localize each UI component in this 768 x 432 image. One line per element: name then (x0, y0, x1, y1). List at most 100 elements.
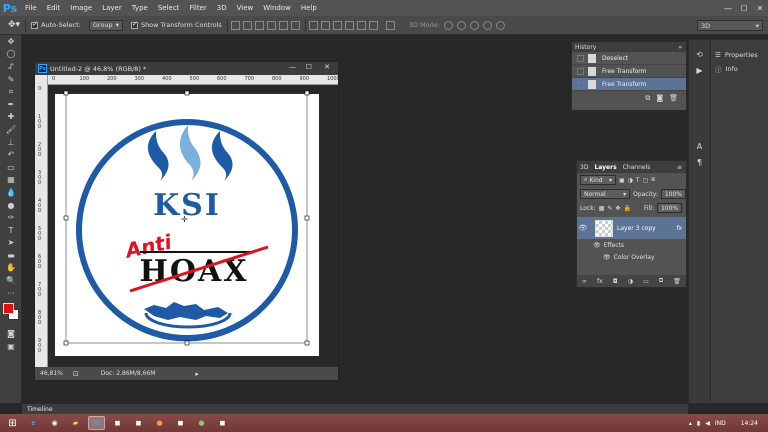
app-icon[interactable]: ◼ (130, 416, 147, 430)
layer-name[interactable]: Layer 3 copy (617, 225, 656, 232)
color-overlay-row[interactable]: 👁 Color Overlay (577, 251, 686, 263)
tab-layers[interactable]: Layers (594, 164, 616, 171)
panel-menu-icon[interactable]: ≡ (677, 164, 682, 171)
history-snapshot-checkbox[interactable] (577, 54, 584, 62)
network-icon[interactable]: ▮ (697, 420, 700, 427)
crop-tool-icon[interactable]: ⌗ (0, 85, 22, 98)
show-transform-toggle[interactable]: Show Transform Controls (130, 20, 222, 29)
color-swatches[interactable] (0, 299, 21, 327)
roll-3d-icon[interactable] (456, 20, 466, 30)
close-icon[interactable]: ✕ (752, 4, 768, 13)
menu-file[interactable]: File (20, 4, 42, 12)
more-tools-icon[interactable]: ··· (0, 287, 22, 300)
align-middle-icon[interactable] (242, 20, 252, 30)
language-indicator[interactable]: IND (715, 420, 726, 427)
tab-channels[interactable]: Channels (623, 164, 651, 171)
move-tool-icon[interactable]: ✥ (0, 35, 22, 48)
tab-3d[interactable]: 3D (580, 164, 588, 171)
minimize-icon[interactable]: — (720, 4, 736, 13)
new-adjustment-icon[interactable]: ◑ (628, 278, 633, 285)
marquee-tool-icon[interactable]: ◯ (0, 48, 22, 61)
add-style-icon[interactable]: fx (597, 278, 603, 285)
panel-collapse-icon[interactable]: » (678, 44, 682, 51)
document-tab[interactable]: Ps Untitled-2 @ 46,8% (RGB/8) * — ☐ ✕ (35, 62, 338, 75)
lock-pixels-icon[interactable]: ✎ (607, 205, 612, 212)
opacity-input[interactable]: 100% (660, 189, 686, 199)
align-top-icon[interactable] (230, 20, 240, 30)
camera-snapshot-icon[interactable]: ◙ (656, 94, 663, 102)
fill-input[interactable]: 100% (656, 203, 683, 213)
shape-tool-icon[interactable]: ▬ (0, 249, 22, 262)
link-layers-icon[interactable]: ∞ (582, 278, 587, 285)
timeline-bar[interactable]: Timeline (22, 403, 688, 414)
type-tool-icon[interactable]: T (0, 224, 22, 237)
align-left-icon[interactable] (266, 20, 276, 30)
actions-panel-icon[interactable]: ▶ (689, 66, 710, 82)
layer-row-selected[interactable]: 👁 Layer 3 copy fx (577, 217, 686, 239)
distribute-right-icon[interactable] (368, 20, 378, 30)
distribute-bottom-icon[interactable] (332, 20, 342, 30)
clock[interactable]: 14:24 (741, 420, 758, 427)
healing-tool-icon[interactable]: ✚ (0, 111, 22, 124)
photoshop-taskbar-icon[interactable]: Ps (88, 416, 105, 430)
history-tab[interactable]: History (575, 44, 596, 51)
drag-3d-icon[interactable] (469, 20, 479, 30)
history-item[interactable]: Free Transform (572, 65, 686, 78)
auto-select-checkbox[interactable] (31, 20, 39, 29)
explorer-icon[interactable]: ▰ (67, 416, 84, 430)
effects-eye-icon[interactable]: 👁 (593, 242, 601, 249)
pen-tool-icon[interactable]: ✑ (0, 211, 22, 224)
rotate-3d-icon[interactable] (443, 20, 453, 30)
distribute-left-icon[interactable] (344, 20, 354, 30)
distribute-top-icon[interactable] (308, 20, 318, 30)
menu-window[interactable]: Window (258, 4, 296, 12)
history-panel-icon[interactable]: ⟲ (689, 50, 710, 66)
character-panel-icon[interactable]: A (689, 142, 710, 158)
app-icon[interactable]: ◼ (172, 416, 189, 430)
slide-3d-icon[interactable] (482, 20, 492, 30)
clone-stamp-tool-icon[interactable]: ⊥ (0, 136, 22, 149)
color-overlay-eye-icon[interactable]: 👁 (603, 254, 611, 261)
hand-tool-icon[interactable]: ✋ (0, 262, 22, 275)
path-select-tool-icon[interactable]: ➤ (0, 237, 22, 250)
eyedropper-tool-icon[interactable]: ✒ (0, 98, 22, 111)
doc-maximize-icon[interactable]: ☐ (306, 63, 312, 71)
new-document-from-state-icon[interactable]: ⧉ (645, 94, 650, 103)
trash-icon[interactable]: 🗑 (669, 94, 678, 102)
scale-3d-icon[interactable] (495, 20, 505, 30)
menu-filter[interactable]: Filter (184, 4, 211, 12)
effects-row[interactable]: 👁 Effects (577, 239, 686, 251)
menu-edit[interactable]: Edit (42, 4, 66, 12)
filter-type-icon[interactable]: T (636, 177, 640, 184)
properties-entry[interactable]: ☰ Properties (711, 48, 768, 62)
history-snapshot-checkbox[interactable] (577, 67, 584, 75)
volume-icon[interactable]: ◀ (705, 420, 710, 427)
lock-all-icon[interactable]: 🔒 (623, 205, 630, 212)
history-item[interactable]: Deselect (572, 52, 686, 65)
status-arrow-icon[interactable]: ▸ (195, 370, 199, 378)
filter-shape-icon[interactable]: ▢ (643, 177, 649, 184)
app-icon[interactable]: ◼ (214, 416, 231, 430)
add-mask-icon[interactable]: ◘ (613, 278, 618, 285)
menu-view[interactable]: View (232, 4, 259, 12)
auto-align-icon[interactable] (385, 20, 395, 30)
history-brush-tool-icon[interactable]: ↶ (0, 148, 22, 161)
menu-image[interactable]: Image (65, 4, 97, 12)
blur-tool-icon[interactable]: 💧 (0, 186, 22, 199)
fx-icon[interactable]: fx (676, 225, 682, 232)
screen-mode-icon[interactable]: ▣ (0, 340, 22, 353)
auto-select-toggle[interactable]: Auto-Select: (31, 20, 81, 29)
firefox-icon[interactable]: ● (151, 416, 168, 430)
move-tool-icon[interactable]: ✥▾ (8, 20, 20, 30)
history-item-active[interactable]: Free Transform (572, 78, 686, 91)
quick-select-tool-icon[interactable]: ✎ (0, 73, 22, 86)
brush-tool-icon[interactable]: 🖌 (0, 123, 22, 136)
canvas-area[interactable]: KSI Anti HOAX ✛ (48, 85, 338, 367)
show-transform-checkbox[interactable] (130, 20, 138, 29)
lock-position-icon[interactable]: ✥ (615, 205, 620, 212)
distribute-center-icon[interactable] (356, 20, 366, 30)
foreground-color-swatch[interactable] (3, 303, 14, 315)
app-icon[interactable]: ● (193, 416, 210, 430)
ie-icon[interactable]: e (25, 416, 42, 430)
align-center-icon[interactable] (278, 20, 288, 30)
